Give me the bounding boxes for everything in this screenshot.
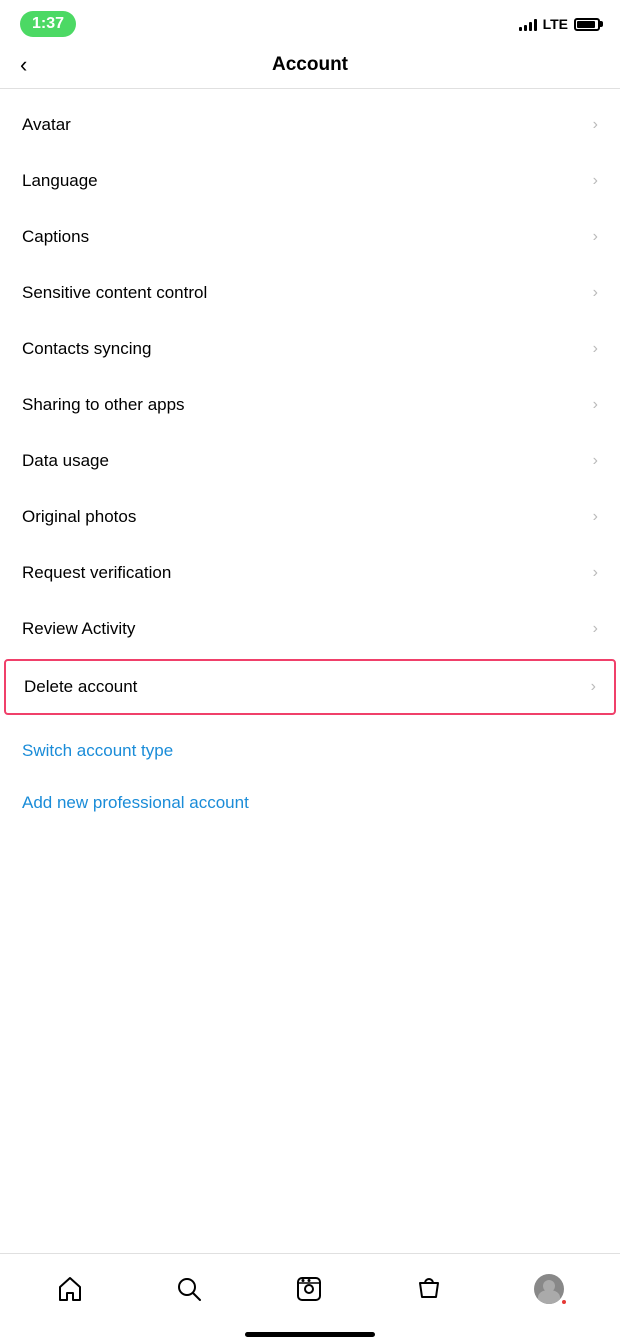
battery-icon [574, 18, 600, 31]
menu-item-original-photos[interactable]: Original photos › [0, 489, 620, 545]
menu-item-label: Avatar [22, 115, 71, 135]
menu-item-label: Data usage [22, 451, 109, 471]
lte-label: LTE [543, 16, 568, 32]
chevron-right-icon: › [593, 228, 598, 246]
nav-home[interactable] [44, 1267, 96, 1311]
link-label: Switch account type [22, 741, 173, 760]
chevron-right-icon: › [593, 284, 598, 302]
page-title: Account [272, 54, 348, 76]
chevron-right-icon: › [593, 620, 598, 638]
status-icons: LTE [519, 16, 600, 32]
menu-item-sensitive-content-control[interactable]: Sensitive content control › [0, 265, 620, 321]
notification-dot [560, 1298, 568, 1306]
nav-profile[interactable] [522, 1266, 576, 1312]
nav-shop[interactable] [403, 1267, 455, 1311]
menu-item-label: Contacts syncing [22, 339, 151, 359]
menu-item-label: Review Activity [22, 619, 135, 639]
nav-reels[interactable] [283, 1267, 335, 1311]
menu-item-label: Request verification [22, 563, 171, 583]
back-button[interactable]: ‹ [20, 52, 27, 78]
chevron-right-icon: › [593, 340, 598, 358]
signal-icon [519, 17, 537, 31]
menu-list: Avatar › Language › Captions › Sensitive… [0, 89, 620, 725]
chevron-right-icon: › [593, 396, 598, 414]
menu-item-label: Captions [22, 227, 89, 247]
menu-item-data-usage[interactable]: Data usage › [0, 433, 620, 489]
reels-icon [295, 1275, 323, 1303]
menu-item-language[interactable]: Language › [0, 153, 620, 209]
menu-item-label: Language [22, 171, 98, 191]
bottom-nav [0, 1253, 620, 1343]
menu-item-contacts-syncing[interactable]: Contacts syncing › [0, 321, 620, 377]
status-time: 1:37 [20, 11, 76, 37]
chevron-right-icon: › [593, 172, 598, 190]
add-professional-account-link[interactable]: Add new professional account [0, 777, 620, 829]
chevron-right-icon: › [593, 116, 598, 134]
link-label: Add new professional account [22, 793, 249, 812]
home-icon [56, 1275, 84, 1303]
menu-item-captions[interactable]: Captions › [0, 209, 620, 265]
menu-item-sharing-to-other-apps[interactable]: Sharing to other apps › [0, 377, 620, 433]
menu-item-delete-account[interactable]: Delete account › [4, 659, 616, 715]
chevron-right-icon: › [593, 508, 598, 526]
menu-item-request-verification[interactable]: Request verification › [0, 545, 620, 601]
home-indicator [245, 1332, 375, 1337]
status-bar: 1:37 LTE [0, 0, 620, 44]
header: ‹ Account [0, 44, 620, 89]
search-icon [175, 1275, 203, 1303]
link-items: Switch account type Add new professional… [0, 725, 620, 829]
chevron-right-icon: › [593, 452, 598, 470]
shop-icon [415, 1275, 443, 1303]
chevron-right-icon: › [591, 678, 596, 696]
menu-item-review-activity[interactable]: Review Activity › [0, 601, 620, 657]
menu-item-label: Sensitive content control [22, 283, 207, 303]
menu-item-avatar[interactable]: Avatar › [0, 97, 620, 153]
switch-account-type-link[interactable]: Switch account type [0, 725, 620, 777]
chevron-right-icon: › [593, 564, 598, 582]
nav-search[interactable] [163, 1267, 215, 1311]
menu-item-label: Sharing to other apps [22, 395, 185, 415]
menu-item-label: Original photos [22, 507, 136, 527]
menu-item-label: Delete account [24, 677, 137, 697]
